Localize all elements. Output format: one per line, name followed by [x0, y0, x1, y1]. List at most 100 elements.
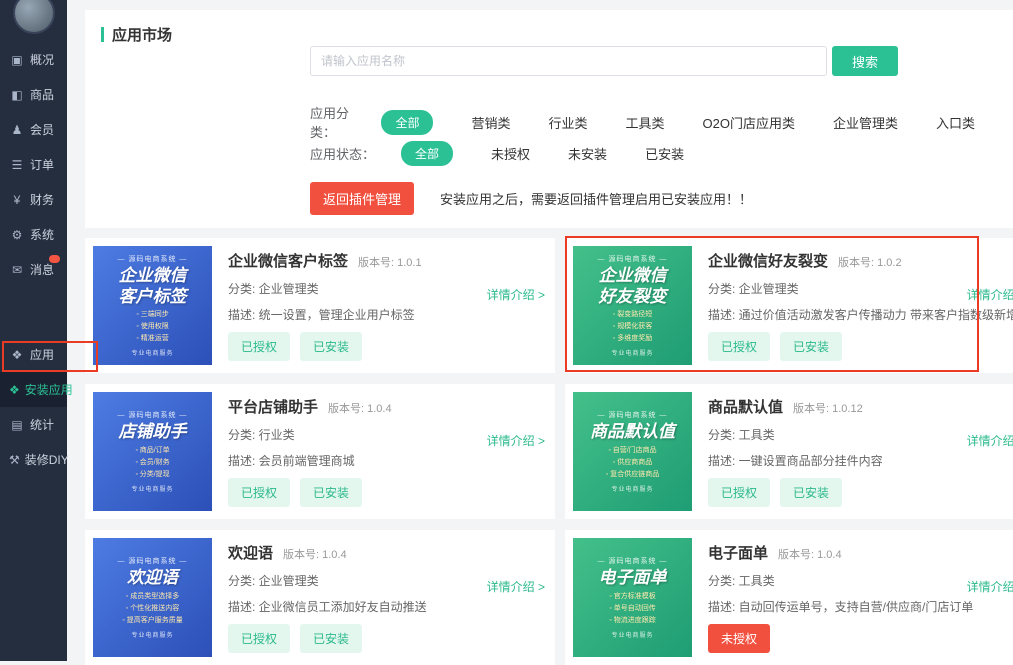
app-status-tag[interactable]: 已安装: [780, 332, 842, 361]
app-version: 版本号: 1.0.4: [328, 400, 392, 416]
sidebar-item-finance[interactable]: ¥财务: [0, 182, 67, 217]
main-content: 应用市场 搜索 应用分类： 全部营销类行业类工具类O2O门店应用类企业管理类入口…: [67, 0, 1013, 661]
thumb-title: 店铺助手: [119, 422, 187, 442]
thumb-point: ◦ 供应商商品: [606, 457, 659, 469]
thumb-point: ◦ 个性化推送内容: [122, 603, 182, 615]
category-pill[interactable]: 行业类: [548, 113, 587, 132]
app-detail-link[interactable]: 详情介绍 >: [967, 432, 1013, 449]
status-filter-row: 应用状态： 全部 未授权 未安装 已安装: [310, 141, 722, 166]
thumb-point: ◦ 官方标准模板: [609, 591, 655, 603]
app-status-tag[interactable]: 已安装: [300, 624, 362, 653]
category-filter-row: 应用分类： 全部营销类行业类工具类O2O门店应用类企业管理类入口类: [310, 103, 1013, 141]
category-pill[interactable]: O2O门店应用类: [703, 113, 795, 132]
app-title: 欢迎语: [228, 542, 273, 563]
app-status-tag[interactable]: 已安装: [300, 332, 362, 361]
sidebar-item-label: 概况: [30, 51, 54, 68]
sidebar-item-orders[interactable]: ☰订单: [0, 147, 67, 182]
sidebar-item-label: 统计: [30, 416, 54, 433]
category-pill[interactable]: 工具类: [625, 113, 664, 132]
app-detail-link[interactable]: 详情介绍 >: [487, 578, 545, 595]
app-description: 描述: 统一设置，管理企业用户标签: [228, 306, 547, 323]
app-status-tag[interactable]: 已授权: [708, 478, 770, 507]
app-status-tag[interactable]: 已授权: [228, 478, 290, 507]
thumb-title: 电子面单: [599, 568, 667, 588]
sidebar-item-label: 安装应用: [25, 381, 73, 398]
app-status-tag[interactable]: 已安装: [780, 478, 842, 507]
sidebar-item-label: 财务: [30, 191, 54, 208]
sidebar-item-install-apps[interactable]: ❖安装应用: [0, 372, 67, 407]
plugin-notice-text: 安装应用之后，需要返回插件管理启用已安装应用！！: [440, 189, 752, 208]
app-card-body: 企业微信好友裂变版本号: 1.0.2分类: 企业管理类描述: 通过价值活动激发客…: [708, 246, 1013, 365]
thumb-points: ◦ 自营/门店商品◦ 供应商商品◦ 复合供应链商品: [606, 445, 659, 481]
thumb-point: ◦ 自营/门店商品: [606, 445, 659, 457]
app-thumbnail: — 源码电商系统 —企业微信 客户标签◦ 三端同步◦ 使用权限◦ 精准运营专业电…: [93, 246, 212, 365]
install-apps-icon: ❖: [9, 383, 20, 397]
sidebar-item-system[interactable]: ⚙系统: [0, 217, 67, 252]
sidebar-item-goods[interactable]: ◧商品: [0, 77, 67, 112]
thumb-point: ◦ 多维度奖励: [613, 333, 652, 345]
app-detail-link[interactable]: 详情介绍 >: [487, 286, 545, 303]
thumb-title: 商品默认值: [590, 422, 675, 442]
app-status-tag[interactable]: 已安装: [300, 478, 362, 507]
sidebar-item-stats[interactable]: ▤统计: [0, 407, 67, 442]
category-pill[interactable]: 企业管理类: [833, 113, 898, 132]
app-title: 电子面单: [708, 542, 768, 563]
category-pill-group: 全部 营销类 行业类 工具类 O2O门店应用类 企业管理类 入口类: [381, 110, 1013, 135]
sidebar-item-overview[interactable]: ▣概况: [0, 42, 67, 77]
search-bar: 搜索: [310, 46, 898, 76]
app-detail-link[interactable]: 详情介绍 >: [967, 578, 1013, 595]
thumb-points: ◦ 成员类型选择多◦ 个性化推送内容◦ 提高客户服务质量: [122, 591, 182, 627]
app-description: 描述: 自动回传运单号，支持自营/供应商/门店订单: [708, 598, 1013, 615]
app-description: 描述: 通过价值活动激发客户传播动力 带来客户指数级新增: [708, 306, 1013, 323]
thumb-point: ◦ 使用权限: [136, 321, 168, 333]
category-pill[interactable]: 入口类: [936, 113, 975, 132]
goods-icon: ◧: [9, 88, 25, 102]
apps-icon: ❖: [9, 348, 25, 362]
return-plugin-manager-button[interactable]: 返回插件管理: [310, 182, 414, 215]
status-pill[interactable]: 未授权: [491, 144, 530, 163]
app-card: — 源码电商系统 —电子面单◦ 官方标准模板◦ 单号自动回传◦ 物流进度跟踪专业…: [565, 530, 1013, 665]
status-pill[interactable]: 已安装: [645, 144, 684, 163]
app-card-grid: — 源码电商系统 — 企业微信 客户标签◦ 三端同步◦ 使用权限◦ 精准运营专业电…: [85, 238, 1013, 665]
app-status-tag[interactable]: 已授权: [228, 624, 290, 653]
app-status-tag[interactable]: 已授权: [708, 332, 770, 361]
app-card: — 源码电商系统 —商品默认值◦ 自营/门店商品◦ 供应商商品◦ 复合供应链商品…: [565, 384, 1013, 519]
category-pill[interactable]: 全部: [381, 110, 433, 135]
app-card-body: 商品默认值版本号: 1.0.12分类: 工具类描述: 一键设置商品部分挂件内容已…: [708, 392, 1013, 511]
category-pill[interactable]: 营销类: [471, 113, 510, 132]
message-icon: ✉: [9, 263, 25, 277]
page-title: 应用市场: [101, 24, 997, 45]
app-title: 平台店铺助手: [228, 396, 318, 417]
sidebar-item-diy[interactable]: ⚒装修DIY: [0, 442, 67, 477]
status-pill[interactable]: 全部: [401, 141, 453, 166]
status-pill[interactable]: 未安装: [568, 144, 607, 163]
app-status-tag[interactable]: 已授权: [228, 332, 290, 361]
app-title: 企业微信客户标签: [228, 250, 348, 271]
unread-badge: [49, 255, 60, 263]
sidebar-item-messages[interactable]: ✉消息: [0, 252, 67, 287]
search-button[interactable]: 搜索: [832, 46, 898, 76]
gear-icon: ⚙: [9, 228, 25, 242]
app-card-body: 企业微信客户标签版本号: 1.0.1分类: 企业管理类描述: 统一设置，管理企业…: [228, 246, 547, 365]
app-version: 版本号: 1.0.12: [793, 400, 863, 416]
app-thumbnail: — 源码电商系统 —店铺助手◦ 商品/订单◦ 会员/财务◦ 分类/提现专业电商服…: [93, 392, 212, 511]
sidebar-menu: ▣概况◧商品♟会员☰订单¥财务⚙系统✉消息 ❖应用❖安装应用▤统计⚒装修DIY: [0, 34, 67, 477]
thumb-points: ◦ 三端同步◦ 使用权限◦ 精准运营: [136, 309, 168, 345]
page-title-text: 应用市场: [112, 24, 172, 45]
status-filter-label: 应用状态：: [310, 144, 375, 163]
search-input[interactable]: [310, 46, 827, 76]
app-card-body: 欢迎语版本号: 1.0.4分类: 企业管理类描述: 企业微信员工添加好友自动推送…: [228, 538, 547, 657]
app-detail-link[interactable]: 详情介绍 >: [487, 432, 545, 449]
thumb-brand-bottom: 专业电商服务: [611, 484, 653, 493]
app-thumbnail: — 源码电商系统 —电子面单◦ 官方标准模板◦ 单号自动回传◦ 物流进度跟踪专业…: [573, 538, 692, 657]
cart-icon: ☰: [9, 158, 25, 172]
app-status-tag[interactable]: 未授权: [708, 624, 770, 653]
thumb-brand-top: — 源码电商系统 —: [598, 556, 668, 566]
sidebar-item-apps[interactable]: ❖应用: [0, 337, 67, 372]
thumb-title: 企业微信 客户标签: [119, 266, 187, 307]
thumb-point: ◦ 物流进度跟踪: [609, 615, 655, 627]
sidebar-item-members[interactable]: ♟会员: [0, 112, 67, 147]
thumb-points: ◦ 裂变路径短◦ 规模化获客◦ 多维度奖励: [613, 309, 652, 345]
app-detail-link[interactable]: 详情介绍 >: [967, 286, 1013, 303]
thumb-point: ◦ 分类/提现: [135, 469, 169, 481]
